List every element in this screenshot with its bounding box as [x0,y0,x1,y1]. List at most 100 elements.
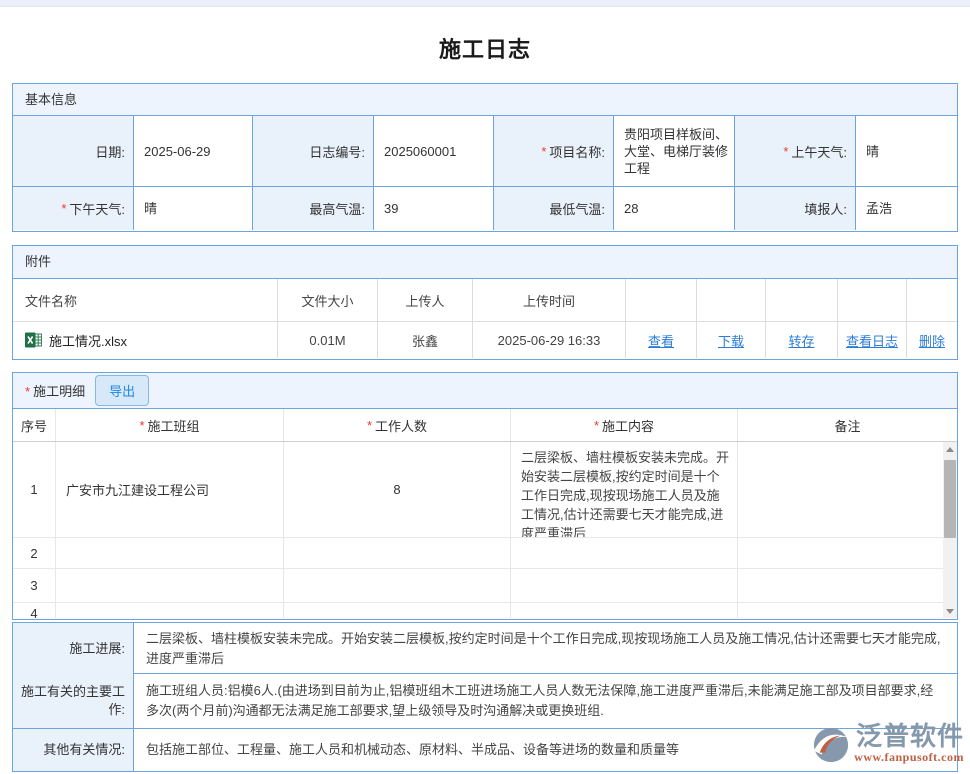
required-icon: * [594,418,599,433]
view-log-link[interactable]: 查看日志 [846,331,898,350]
download-link[interactable]: 下载 [718,331,744,350]
col-action-3 [766,279,838,321]
basic-info-section-title: 基本信息 [13,84,957,116]
attachment-upload-time: 2025-06-29 16:33 [473,322,626,358]
min-temp-label: 最低气温: [494,187,614,230]
project-name-label: *项目名称: [494,116,614,186]
col-action-2 [697,279,766,321]
log-number-value: 2025060001 [374,116,494,186]
reporter-value: 孟浩 [856,187,957,230]
fanpu-logo-icon [812,726,850,764]
required-icon: * [25,384,30,399]
basic-info-panel: 基本信息 日期: 2025-06-29 日志编号: 2025060001 *项目… [12,83,958,232]
morning-weather-label: *上午天气: [735,116,856,186]
row2-content [511,538,738,568]
transfer-link[interactable]: 转存 [788,331,814,350]
min-temp-value: 28 [614,187,735,230]
detail-table-body: 1 广安市九江建设工程公司 8 二层梁板、墙柱模板安装未完成。开始安装二层模板,… [13,442,957,618]
progress-value: 二层梁板、墙柱模板安装未完成。开始安装二层模板,按约定时间是十个工作日完成,现按… [134,623,957,675]
brand-url: www.fanpusoft.com [854,750,964,765]
row1-seq: 1 [13,442,56,537]
main-work-label: 施工有关的主要工作: [13,674,134,728]
attachment-uploader: 张鑫 [378,322,473,358]
reporter-label: 填报人: [735,187,856,230]
col-upload-time: 上传时间 [473,279,626,321]
scrollbar-thumb[interactable] [944,460,956,538]
construction-detail-panel: *施工明细 导出 序号 *施工班组 *工作人数 *施工内容 备注 1 广安市九江… [12,372,958,620]
col-file-size: 文件大小 [278,279,378,321]
scroll-up-icon[interactable] [943,442,957,456]
date-label: 日期: [13,116,134,186]
vendor-watermark: 泛普软件 www.fanpusoft.com [812,722,964,765]
page-title: 施工日志 [0,32,970,64]
max-temp-value: 39 [374,187,494,230]
row2-seq: 2 [13,538,56,568]
excel-file-icon [25,332,42,348]
row2-team [56,538,284,568]
col-team: *施工班组 [56,409,284,441]
row4-workers [284,603,511,618]
attachment-row: 施工情况.xlsx 0.01M 张鑫 2025-06-29 16:33 查看 下… [13,322,957,358]
col-action-1 [626,279,697,321]
view-link[interactable]: 查看 [648,331,674,350]
afternoon-weather-value: 晴 [134,187,253,230]
main-work-value: 施工班组人员:铝模6人.(由进场到目前为止,铝模班组木工班进场施工人员人数无法保… [134,674,957,728]
col-seq: 序号 [13,409,56,441]
required-icon: * [541,144,546,159]
row3-note [738,569,957,602]
main-work-row: 施工有关的主要工作: 施工班组人员:铝模6人.(由进场到目前为止,铝模班组木工班… [13,674,957,729]
detail-section-title: *施工明细 [25,381,85,400]
col-workers: *工作人数 [284,409,511,441]
row1-workers: 8 [284,442,511,537]
row3-workers [284,569,511,602]
export-button[interactable]: 导出 [95,375,149,406]
scroll-down-icon[interactable] [943,604,957,618]
row2-note [738,538,957,568]
col-note: 备注 [738,409,957,441]
col-action-4 [838,279,907,321]
row4-team [56,603,284,618]
attachments-panel: 附件 文件名称 文件大小 上传人 上传时间 [12,245,958,360]
progress-row: 施工进展: 二层梁板、墙柱模板安装未完成。开始安装二层模板,按约定时间是十个工作… [13,623,957,674]
detail-row-4: 4 [13,603,957,618]
other-info-label: 其他有关情况: [13,729,134,771]
morning-weather-value: 晴 [856,116,957,186]
date-value: 2025-06-29 [134,116,253,186]
detail-row-3: 3 [13,569,957,603]
row4-content [511,603,738,618]
delete-link[interactable]: 删除 [919,331,945,350]
max-temp-label: 最高气温: [253,187,374,230]
row2-workers [284,538,511,568]
brand-name: 泛普软件 [856,722,964,750]
project-name-value: 贵阳项目样板间、大堂、电梯厅装修工程 [614,116,735,186]
row1-team: 广安市九江建设工程公司 [56,442,284,537]
row4-note [738,603,957,618]
attachments-header-row: 文件名称 文件大小 上传人 上传时间 [13,279,957,322]
basic-info-row-1: 日期: 2025-06-29 日志编号: 2025060001 *项目名称: 贵… [13,116,957,187]
col-uploader: 上传人 [378,279,473,321]
detail-section-header: *施工明细 导出 [13,373,957,409]
required-icon: * [367,418,372,433]
attachment-file-size: 0.01M [278,322,378,358]
row3-seq: 3 [13,569,56,602]
row1-note [738,442,957,537]
col-file-name: 文件名称 [13,279,278,321]
detail-vertical-scrollbar[interactable] [943,442,957,618]
row3-team [56,569,284,602]
row4-seq: 4 [13,603,56,618]
attachment-file-cell: 施工情况.xlsx [13,322,278,358]
required-icon: * [139,418,144,433]
row1-content: 二层梁板、墙柱模板安装未完成。开始安装二层模板,按约定时间是十个工作日完成,现按… [511,442,738,537]
col-action-5 [907,279,957,321]
attachment-file-name: 施工情况.xlsx [49,331,127,350]
row3-content [511,569,738,602]
log-number-label: 日志编号: [253,116,374,186]
basic-info-row-2: *下午天气: 晴 最高气温: 39 最低气温: 28 填报人: 孟浩 [13,187,957,230]
detail-row-1: 1 广安市九江建设工程公司 8 二层梁板、墙柱模板安装未完成。开始安装二层模板,… [13,442,957,538]
detail-header-row: 序号 *施工班组 *工作人数 *施工内容 备注 [13,409,957,442]
progress-label: 施工进展: [13,623,134,675]
required-icon: * [783,144,788,159]
afternoon-weather-label: *下午天气: [13,187,134,230]
col-content: *施工内容 [511,409,738,441]
detail-row-2: 2 [13,538,957,569]
